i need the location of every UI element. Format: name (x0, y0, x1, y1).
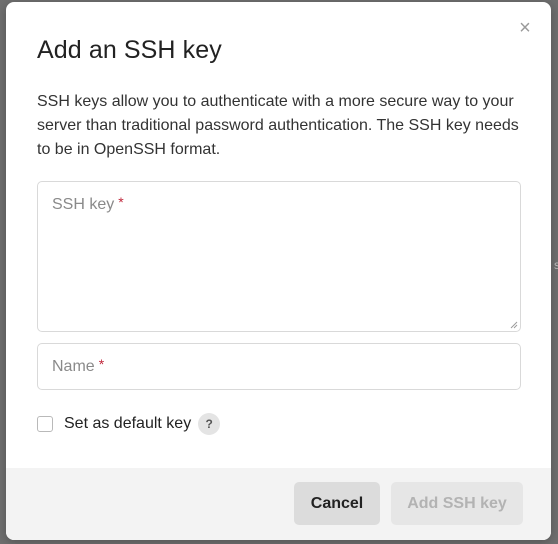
add-ssh-key-button[interactable]: Add SSH key (391, 482, 523, 525)
name-label-text: Name (52, 358, 95, 375)
default-key-checkbox[interactable] (37, 416, 53, 432)
close-icon[interactable]: × (515, 18, 535, 38)
required-marker: * (118, 194, 124, 210)
dialog-description: SSH keys allow you to authenticate with … (37, 93, 519, 158)
cancel-button[interactable]: Cancel (294, 482, 380, 525)
question-icon[interactable]: ? (198, 413, 221, 435)
name-input[interactable]: Name * (37, 343, 521, 390)
background-page-fragment: s (554, 258, 558, 272)
dialog-title: Add an SSH key (37, 36, 222, 64)
required-marker: * (98, 356, 105, 372)
default-key-label[interactable]: Set as default key (64, 415, 191, 433)
resize-handle-icon[interactable] (510, 321, 518, 329)
ssh-key-label: SSH key * (52, 194, 124, 214)
add-ssh-key-dialog: × Add an SSH key SSH keys allow you to a… (6, 2, 551, 540)
name-label: Name * (52, 356, 105, 376)
default-key-row: Set as default key ? (37, 412, 221, 436)
dialog-footer: Cancel Add SSH key (6, 468, 551, 540)
ssh-key-textarea[interactable]: SSH key * (37, 181, 521, 332)
ssh-key-label-text: SSH key (52, 196, 115, 213)
